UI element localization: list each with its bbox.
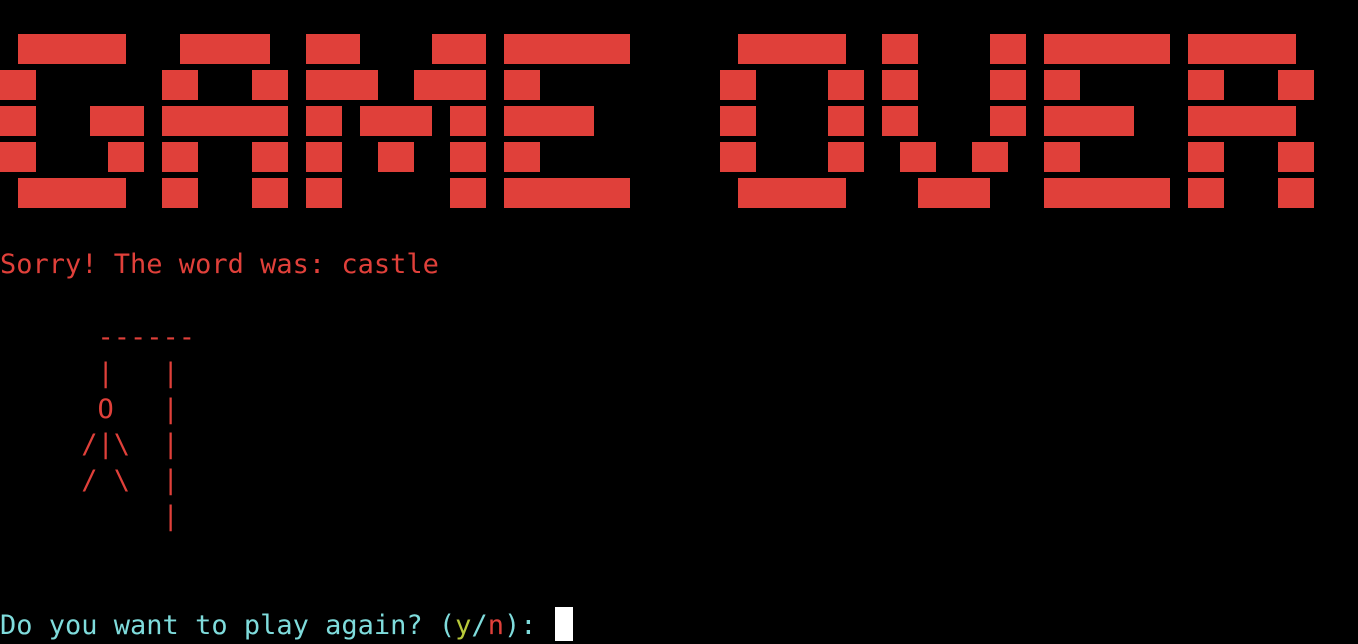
prompt-suffix: ): — [503, 610, 553, 641]
banner-block — [972, 142, 1008, 172]
banner-block — [306, 34, 360, 64]
banner-block — [504, 34, 630, 64]
banner-block — [990, 106, 1026, 136]
banner-block — [720, 70, 756, 100]
banner-block — [990, 34, 1026, 64]
banner-block — [900, 142, 936, 172]
banner-block — [0, 70, 36, 100]
banner-block — [414, 70, 486, 100]
banner-block — [882, 34, 918, 64]
banner-block — [252, 178, 288, 208]
banner-block — [1044, 142, 1080, 172]
banner-block — [738, 178, 846, 208]
game-over-banner — [0, 0, 1358, 230]
banner-block — [180, 34, 270, 64]
banner-block — [1278, 178, 1314, 208]
banner-block — [720, 106, 756, 136]
yes-option: y — [455, 610, 472, 641]
banner-block — [432, 34, 486, 64]
banner-block — [162, 70, 198, 100]
banner-block — [360, 106, 432, 136]
banner-block — [1278, 70, 1314, 100]
terminal-window[interactable]: Sorry! The word was: castle ------ | | O… — [0, 0, 1358, 644]
banner-block — [252, 142, 288, 172]
banner-block — [1044, 70, 1080, 100]
banner-block — [450, 178, 486, 208]
banner-block — [1044, 106, 1134, 136]
banner-block — [306, 70, 378, 100]
banner-block — [306, 178, 342, 208]
banner-block — [162, 178, 198, 208]
banner-block — [504, 142, 540, 172]
banner-block — [1044, 34, 1170, 64]
banner-block — [738, 34, 846, 64]
banner-block — [90, 106, 144, 136]
banner-block — [0, 106, 36, 136]
result-message: Sorry! The word was: castle — [0, 249, 439, 280]
banner-block — [306, 142, 342, 172]
banner-block — [18, 34, 126, 64]
banner-block — [1278, 142, 1314, 172]
banner-block — [162, 142, 198, 172]
prompt-text: Do you want to play again? ( — [0, 610, 456, 641]
play-again-prompt[interactable]: Do you want to play again? (y/n): — [0, 607, 573, 644]
banner-block — [882, 70, 918, 100]
banner-block — [828, 106, 864, 136]
banner-block — [0, 142, 36, 172]
banner-block — [1188, 178, 1224, 208]
banner-block — [1188, 34, 1296, 64]
text-cursor[interactable] — [554, 607, 573, 641]
banner-block — [108, 142, 144, 172]
banner-block — [18, 178, 126, 208]
no-option: n — [487, 610, 504, 641]
banner-block — [378, 142, 414, 172]
banner-block — [1044, 178, 1170, 208]
banner-block — [1188, 142, 1224, 172]
banner-block — [918, 178, 990, 208]
banner-block — [450, 106, 486, 136]
banner-block — [450, 142, 486, 172]
banner-block — [1188, 106, 1296, 136]
banner-block — [882, 106, 918, 136]
hangman-drawing: ------ | | O | /|\ | / \ | | — [81, 322, 196, 532]
banner-block — [252, 70, 288, 100]
banner-block — [990, 70, 1026, 100]
banner-block — [504, 178, 630, 208]
banner-block — [306, 106, 342, 136]
banner-block — [828, 70, 864, 100]
banner-block — [720, 142, 756, 172]
banner-block — [162, 106, 288, 136]
banner-block — [828, 142, 864, 172]
option-separator: / — [471, 610, 488, 641]
banner-block — [504, 106, 594, 136]
banner-block — [504, 70, 540, 100]
banner-block — [1188, 70, 1224, 100]
